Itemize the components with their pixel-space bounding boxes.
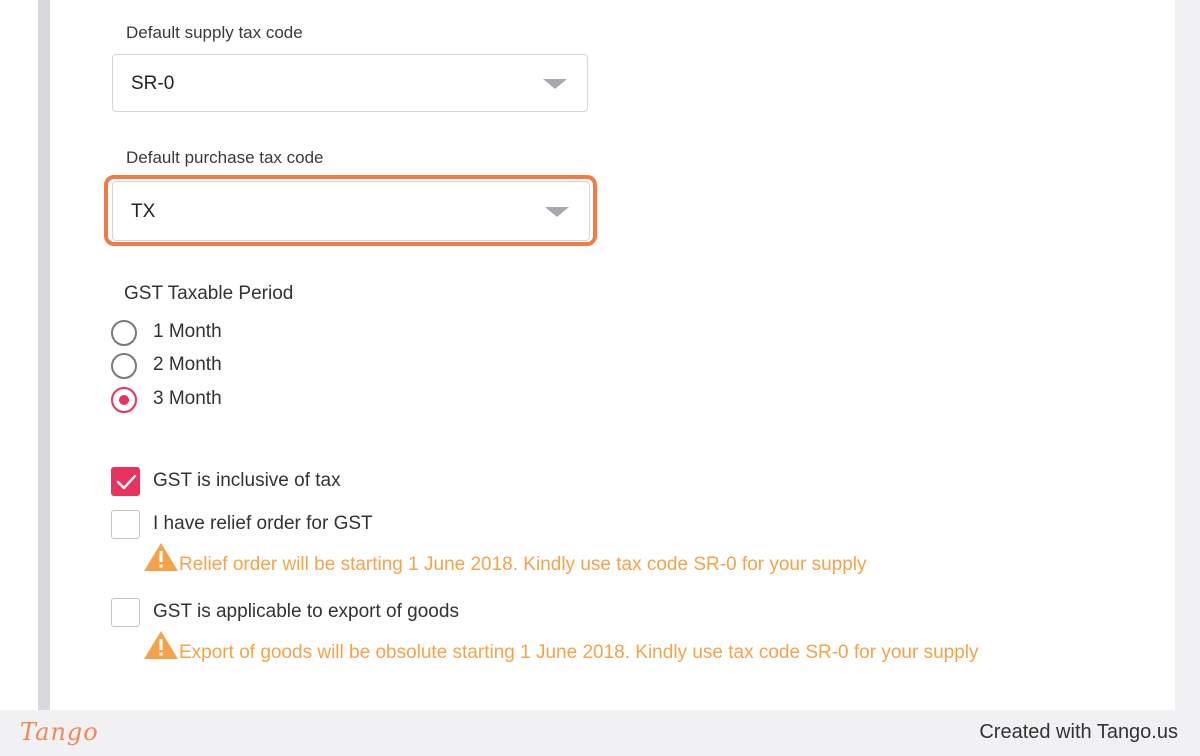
page-left-divider bbox=[38, 0, 50, 710]
checkbox-export[interactable] bbox=[111, 598, 140, 627]
checkbox-label-export: GST is applicable to export of goods bbox=[153, 601, 459, 622]
created-with-text: Created with Tango.us bbox=[979, 721, 1178, 743]
checkbox-inclusive[interactable] bbox=[111, 467, 140, 496]
checkbox-label-relief: I have relief order for GST bbox=[153, 513, 373, 534]
page-left-strip bbox=[0, 0, 38, 710]
radio-selected-dot bbox=[119, 395, 129, 405]
radio-label: 2 Month bbox=[153, 354, 222, 375]
supply-tax-value: SR-0 bbox=[131, 73, 175, 94]
supply-tax-label: Default supply tax code bbox=[126, 23, 303, 42]
radio-button[interactable] bbox=[111, 320, 137, 346]
tango-logo: Tango bbox=[20, 718, 99, 746]
radio-button[interactable] bbox=[111, 353, 137, 379]
relief-warning-text: Relief order will be starting 1 June 201… bbox=[179, 554, 867, 575]
radio-label: 3 Month bbox=[153, 388, 222, 409]
supply-tax-select[interactable]: SR-0 bbox=[112, 54, 588, 112]
checkbox-label-inclusive: GST is inclusive of tax bbox=[153, 470, 341, 491]
radio-label: 1 Month bbox=[153, 321, 222, 342]
warning-icon bbox=[144, 543, 178, 571]
radio-button-selected[interactable] bbox=[111, 387, 137, 413]
export-warning-text: Export of goods will be obsolute startin… bbox=[179, 642, 979, 663]
purchase-tax-label: Default purchase tax code bbox=[126, 148, 324, 167]
footer-bar: Tango Created with Tango.us bbox=[0, 710, 1200, 756]
checkbox-relief[interactable] bbox=[111, 510, 140, 539]
warning-icon bbox=[144, 631, 178, 659]
taxable-period-title: GST Taxable Period bbox=[124, 283, 294, 304]
click-highlight-outline bbox=[104, 175, 597, 246]
checkmark-icon bbox=[116, 474, 137, 490]
chevron-down-icon bbox=[543, 79, 567, 89]
